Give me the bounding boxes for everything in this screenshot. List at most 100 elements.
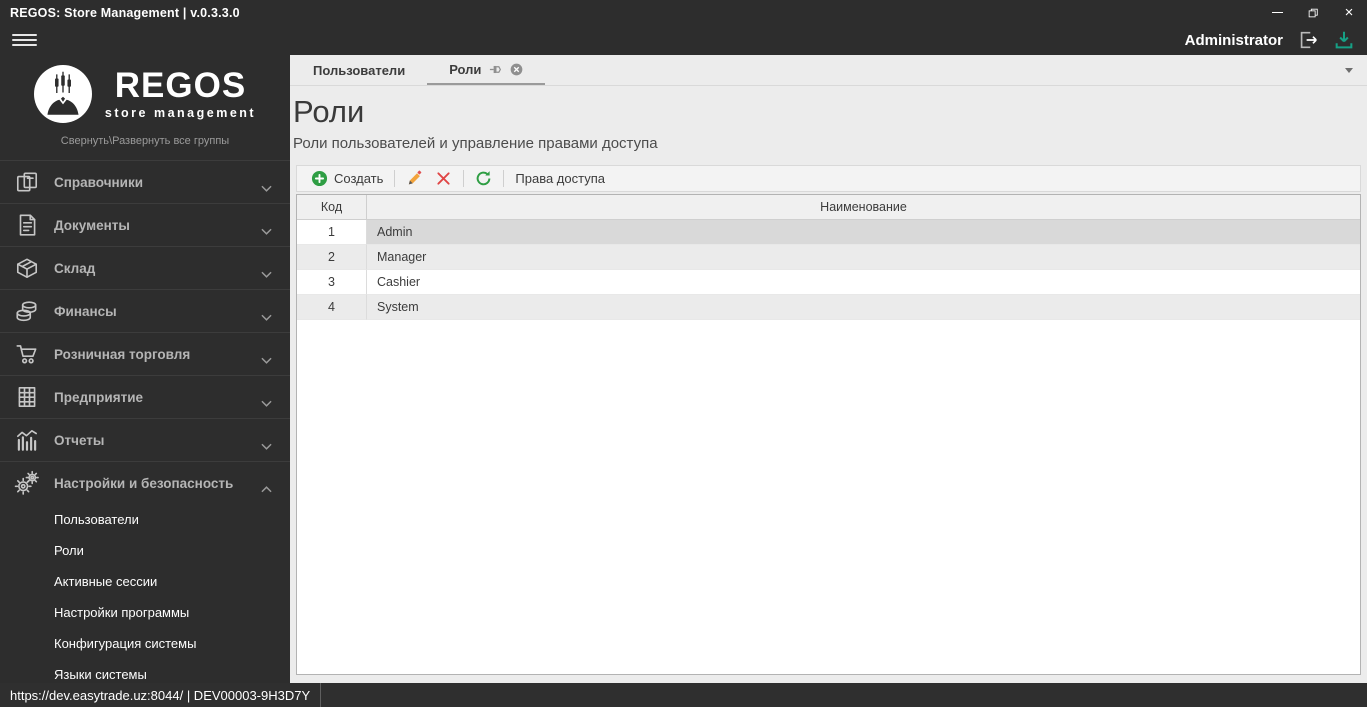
table-header: Код Наименование xyxy=(297,195,1360,221)
logo-title: REGOS xyxy=(114,66,247,105)
chevron-down-icon xyxy=(261,437,272,450)
delete-button[interactable] xyxy=(429,166,458,191)
logo-subtitle: store management xyxy=(104,106,257,120)
sidebar-group-label: Финансы xyxy=(54,303,117,319)
sidebar-item-active-sessions[interactable]: Активные сессии xyxy=(0,566,290,597)
refresh-icon xyxy=(477,171,491,186)
close-tab-icon[interactable] xyxy=(510,63,523,76)
cart-icon xyxy=(14,341,42,367)
sidebar-group-label: Отчеты xyxy=(54,432,105,448)
cell-name[interactable]: Manager xyxy=(367,245,1360,271)
sidebar-group-reports[interactable]: Отчеты xyxy=(0,418,290,461)
logout-icon[interactable] xyxy=(1297,29,1319,51)
title-bar: REGOS: Store Management | v.0.3.3.0 × xyxy=(0,0,1367,25)
sidebar-group-documents[interactable]: Документы xyxy=(0,203,290,246)
create-button[interactable]: Создать xyxy=(305,166,389,191)
chart-icon xyxy=(14,427,42,453)
cell-name[interactable]: Admin xyxy=(367,220,1360,246)
sidebar-group-settings-security[interactable]: Настройки и безопасность xyxy=(0,461,290,504)
minimize-icon xyxy=(1271,12,1283,13)
window-title: REGOS: Store Management | v.0.3.3.0 xyxy=(10,5,240,20)
sidebar-item-roles[interactable]: Роли xyxy=(0,535,290,566)
tab-list-dropdown-icon[interactable] xyxy=(1345,67,1353,73)
access-rights-button[interactable]: Права доступа xyxy=(509,166,611,191)
chevron-down-icon xyxy=(261,308,272,321)
cell-code[interactable]: 3 xyxy=(297,270,367,296)
page-subtitle: Роли пользователей и управление правами … xyxy=(293,135,658,153)
sidebar-group-label: Склад xyxy=(54,260,96,276)
sidebar-item-users[interactable]: Пользователи xyxy=(0,504,290,535)
edit-pencil-icon xyxy=(409,170,422,185)
sidebar-item-system-configuration[interactable]: Конфигурация системы xyxy=(0,628,290,659)
tab-users[interactable]: Пользователи xyxy=(291,55,427,85)
sidebar-group-label: Справочники xyxy=(54,174,144,190)
sidebar-item-system-languages[interactable]: Языки системы xyxy=(0,659,290,683)
app-window: REGOS: Store Management | v.0.3.3.0 × Ad… xyxy=(0,0,1367,707)
table-body: 1 Admin 2 Manager 3 Cashier 4 System xyxy=(297,220,1360,674)
sidebar-group-label: Предприятие xyxy=(54,389,144,405)
table-row[interactable]: 2 Manager xyxy=(297,245,1360,271)
chevron-down-icon xyxy=(261,179,272,192)
toolbar-separator xyxy=(503,170,505,188)
cell-code[interactable]: 4 xyxy=(297,295,367,321)
cell-code[interactable]: 1 xyxy=(297,220,367,246)
sidebar: REGOS store management Свернуть\Разверну… xyxy=(0,55,290,683)
toolbar-separator xyxy=(463,170,465,188)
sidebar-group-warehouse[interactable]: Склад xyxy=(0,246,290,289)
toolbar: Создать Права доступа xyxy=(296,165,1361,193)
building-icon xyxy=(14,384,42,410)
pin-icon[interactable] xyxy=(489,63,502,76)
sidebar-group-label: Розничная торговля xyxy=(54,346,191,362)
status-bar: https://dev.easytrade.uz:8044/ | DEV0000… xyxy=(0,683,1367,707)
chevron-down-icon xyxy=(261,265,272,278)
chevron-down-icon xyxy=(261,394,272,407)
tab-roles[interactable]: Роли xyxy=(427,55,546,85)
collapse-expand-all-link[interactable]: Свернуть\Развернуть все группы xyxy=(61,135,229,147)
delete-x-icon xyxy=(437,172,450,185)
tab-strip: Пользователи Роли xyxy=(290,55,1367,86)
table-row[interactable]: 3 Cashier xyxy=(297,270,1360,296)
sidebar-group-label: Настройки и безопасность xyxy=(54,475,234,491)
logo: REGOS store management xyxy=(33,65,257,123)
column-header-name[interactable]: Наименование xyxy=(367,195,1360,219)
chevron-up-icon xyxy=(261,480,272,492)
restore-icon xyxy=(1308,8,1318,17)
sidebar-group-enterprise[interactable]: Предприятие xyxy=(0,375,290,418)
cell-code[interactable]: 2 xyxy=(297,245,367,271)
download-update-icon[interactable] xyxy=(1333,29,1355,51)
sidebar-group-retail[interactable]: Розничная торговля xyxy=(0,332,290,375)
close-icon: × xyxy=(1344,4,1354,21)
main-content: Пользователи Роли Роли Роли пользователе… xyxy=(290,55,1367,683)
server-endpoint-label: https://dev.easytrade.uz:8044/ | DEV0000… xyxy=(10,687,311,703)
sidebar-group-label: Документы xyxy=(54,217,130,233)
page-title: Роли xyxy=(293,94,365,129)
table-row[interactable]: 1 Admin xyxy=(297,220,1360,246)
restore-button[interactable] xyxy=(1295,0,1331,25)
sidebar-item-program-settings[interactable]: Настройки программы xyxy=(0,597,290,628)
box-icon xyxy=(14,255,42,281)
sidebar-submenu: Пользователи Роли Активные сессии Настройки… xyxy=(0,504,290,683)
hamburger-menu-icon[interactable] xyxy=(12,34,37,46)
minimize-button[interactable] xyxy=(1259,0,1295,25)
gears-icon xyxy=(14,470,42,496)
statusbar-separator xyxy=(320,683,322,707)
close-button[interactable]: × xyxy=(1331,0,1367,25)
cell-name[interactable]: Cashier xyxy=(367,270,1360,296)
roles-table: Код Наименование 1 Admin 2 Manager 3 Cashier 4… xyxy=(296,194,1361,675)
add-icon xyxy=(311,171,328,187)
app-header: Administrator xyxy=(0,25,1367,55)
document-icon xyxy=(14,212,42,238)
cell-name[interactable]: System xyxy=(367,295,1360,321)
regos-logo-icon xyxy=(33,65,92,123)
column-header-code[interactable]: Код xyxy=(297,195,367,220)
catalog-icon xyxy=(14,169,42,195)
chevron-down-icon xyxy=(261,351,272,364)
toolbar-separator xyxy=(394,170,396,188)
current-user-label: Administrator xyxy=(1184,31,1283,49)
sidebar-group-references[interactable]: Справочники xyxy=(0,160,290,203)
edit-button[interactable] xyxy=(400,166,429,191)
coins-icon xyxy=(14,298,42,324)
sidebar-group-finance[interactable]: Финансы xyxy=(0,289,290,332)
table-row[interactable]: 4 System xyxy=(297,295,1360,321)
refresh-button[interactable] xyxy=(469,166,498,191)
